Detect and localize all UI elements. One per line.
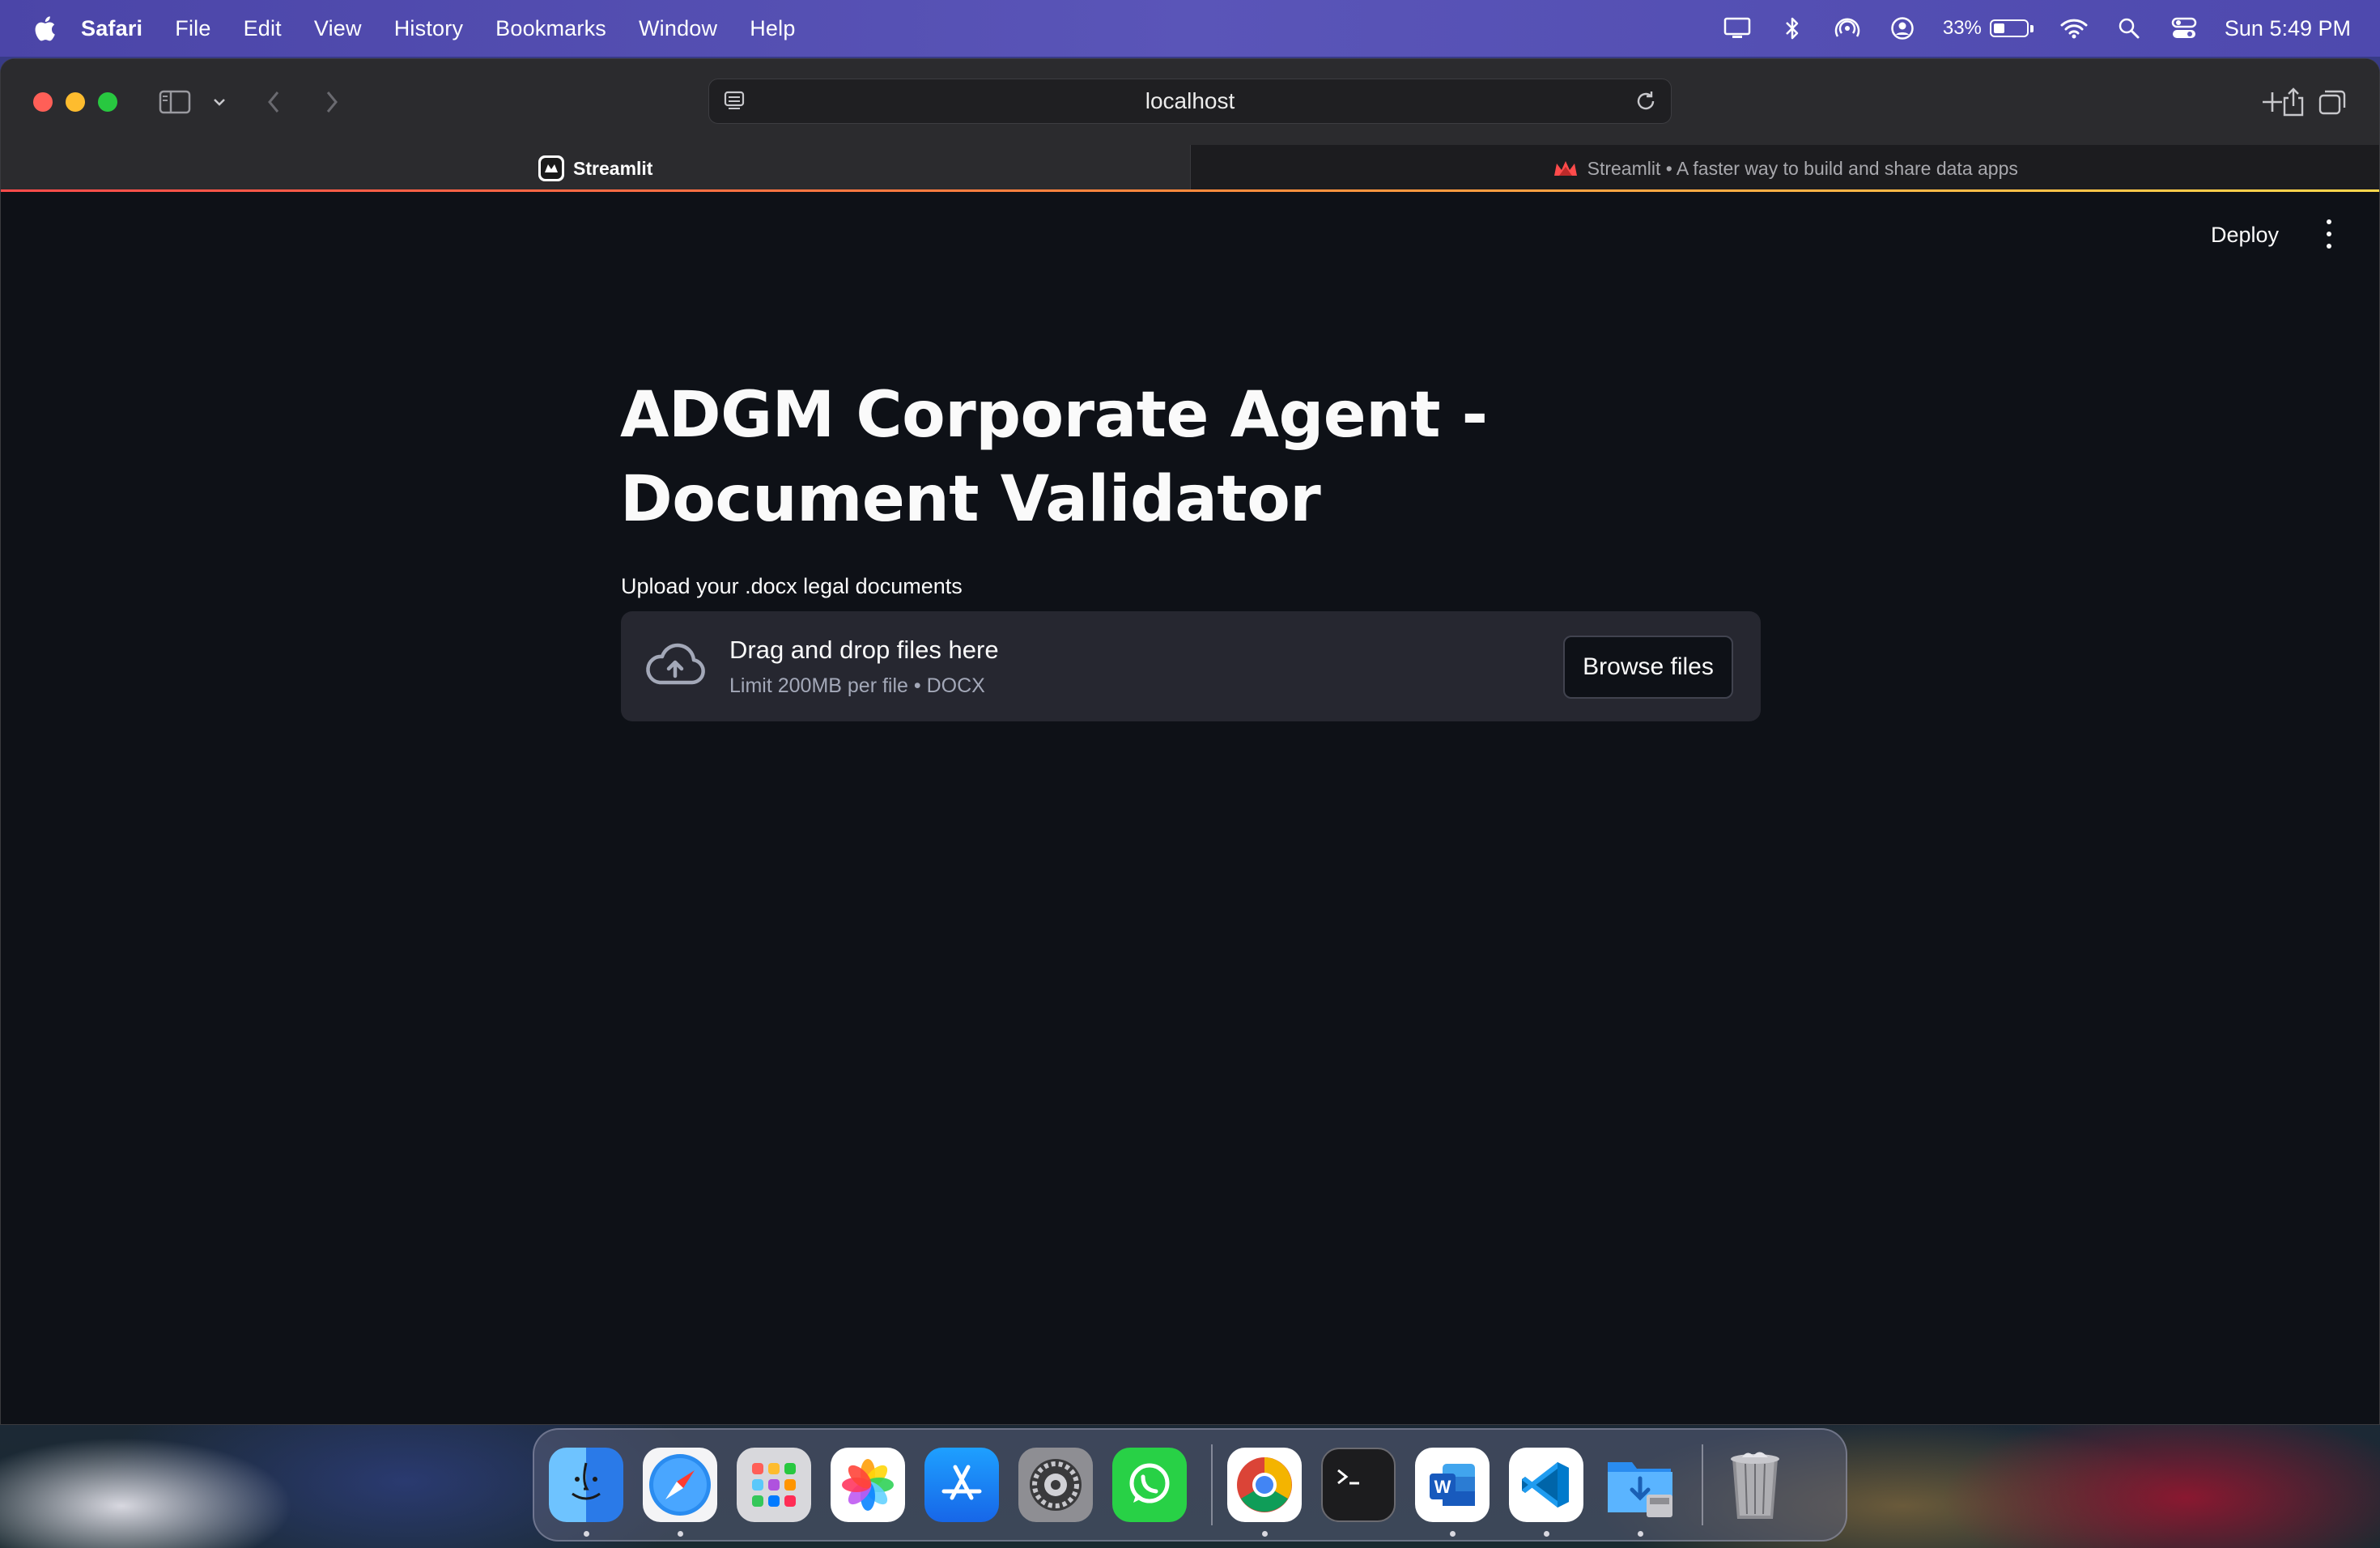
dropzone-instructions: Drag and drop files here Limit 200MB per… xyxy=(729,636,999,698)
dock-system-settings-icon[interactable] xyxy=(1018,1448,1093,1522)
running-indicator xyxy=(584,1531,589,1537)
menu-view[interactable]: View xyxy=(314,16,362,41)
running-indicator xyxy=(1262,1531,1268,1537)
chevron-down-icon[interactable] xyxy=(210,85,229,119)
dock-photos-icon[interactable] xyxy=(831,1448,905,1522)
tab-label: Streamlit xyxy=(573,157,653,179)
dock: W xyxy=(533,1428,1847,1542)
menu-file[interactable]: File xyxy=(175,16,210,41)
running-indicator xyxy=(678,1531,683,1537)
menu-history[interactable]: History xyxy=(394,16,463,41)
tab-strip: Streamlit Streamlit • A faster way to bu… xyxy=(1,145,2379,192)
running-indicator xyxy=(1544,1531,1549,1537)
browser-toolbar: localhost xyxy=(1,59,2379,145)
deploy-button[interactable]: Deploy xyxy=(2199,215,2290,256)
tab-streamlit-home[interactable]: Streamlit • A faster way to build and sh… xyxy=(1189,145,2379,192)
close-window-button[interactable] xyxy=(33,92,53,112)
menu-bookmarks[interactable]: Bookmarks xyxy=(495,16,606,41)
wifi-icon[interactable] xyxy=(2059,15,2089,41)
browse-files-button[interactable]: Browse files xyxy=(1563,636,1733,699)
sidebar-toggle-icon[interactable] xyxy=(158,85,192,119)
cloud-upload-icon xyxy=(646,643,705,685)
battery-fill xyxy=(1993,23,2004,33)
url-text: localhost xyxy=(1145,88,1235,113)
dock-terminal-icon[interactable] xyxy=(1321,1448,1396,1522)
menu-app-name[interactable]: Safari xyxy=(81,16,142,41)
control-center-icon[interactable] xyxy=(2170,15,2199,41)
menu-window[interactable]: Window xyxy=(639,16,717,41)
apple-icon[interactable] xyxy=(32,15,57,42)
page-menu-icon[interactable] xyxy=(722,89,746,113)
bluetooth-icon[interactable] xyxy=(1778,15,1807,41)
battery-percent: 33% xyxy=(1942,17,1982,39)
dock-downloads-icon[interactable] xyxy=(1603,1448,1677,1537)
menu-edit[interactable]: Edit xyxy=(244,16,282,41)
dock-chrome-icon[interactable] xyxy=(1227,1448,1302,1537)
battery-icon[interactable]: 33% xyxy=(1943,17,2034,40)
dock-vscode-icon[interactable] xyxy=(1509,1448,1583,1537)
page-title: ADGM Corporate Agent - Document Validato… xyxy=(620,379,1488,536)
dock-launchpad-icon[interactable] xyxy=(737,1448,811,1522)
running-indicator xyxy=(1450,1531,1456,1537)
zoom-window-button[interactable] xyxy=(98,92,117,112)
dock-whatsapp-icon[interactable] xyxy=(1112,1448,1187,1522)
dock-separator xyxy=(1211,1444,1213,1525)
address-bar[interactable]: localhost xyxy=(708,79,1672,124)
main-menu-icon[interactable] xyxy=(2319,219,2339,249)
dock-word-icon[interactable]: W xyxy=(1415,1448,1490,1537)
display-icon[interactable] xyxy=(1723,15,1752,41)
dock-trash-icon[interactable] xyxy=(1718,1448,1792,1522)
uploader-label: Upload your .docx legal documents xyxy=(621,574,963,598)
user-icon[interactable] xyxy=(1888,15,1917,41)
dock-safari-icon[interactable] xyxy=(643,1448,717,1537)
back-arrow-icon[interactable] xyxy=(261,85,286,119)
new-tab-icon[interactable] xyxy=(2258,85,2287,119)
dock-separator xyxy=(1702,1444,1703,1525)
file-dropzone[interactable]: Drag and drop files here Limit 200MB per… xyxy=(621,611,1761,721)
reload-icon[interactable] xyxy=(1634,89,1658,113)
battery-tip xyxy=(2029,24,2034,32)
dropzone-limit: Limit 200MB per file • DOCX xyxy=(729,674,985,697)
safari-window: localhost Streamlit Streamlit • A faster… xyxy=(0,58,2380,1425)
tab-label: Streamlit • A faster way to build and sh… xyxy=(1587,157,2018,179)
minimize-window-button[interactable] xyxy=(66,92,85,112)
dock-app-store-icon[interactable] xyxy=(924,1448,999,1522)
menu-help[interactable]: Help xyxy=(750,16,795,41)
streamlit-favicon-icon xyxy=(538,155,565,182)
window-controls xyxy=(33,92,117,112)
forward-arrow-icon[interactable] xyxy=(320,85,344,119)
menu-bar: Safari File Edit View History Bookmarks … xyxy=(0,0,2380,57)
streamlit-app: Deploy ADGM Corporate Agent - Document V… xyxy=(1,192,2379,1424)
svg-text:W: W xyxy=(1434,1477,1451,1497)
dropzone-title: Drag and drop files here xyxy=(729,635,999,664)
dock-finder-icon[interactable] xyxy=(549,1448,623,1537)
streamlit-crown-icon xyxy=(1552,155,1579,182)
menu-clock[interactable]: Sun 5:49 PM xyxy=(2225,16,2351,41)
running-indicator xyxy=(1638,1531,1643,1537)
spotlight-icon[interactable] xyxy=(2114,15,2144,41)
tab-streamlit[interactable]: Streamlit xyxy=(1,145,1190,192)
airdrop-icon[interactable] xyxy=(1833,15,1862,41)
tab-overview-icon[interactable] xyxy=(2316,85,2348,119)
battery-body xyxy=(1989,19,2029,37)
